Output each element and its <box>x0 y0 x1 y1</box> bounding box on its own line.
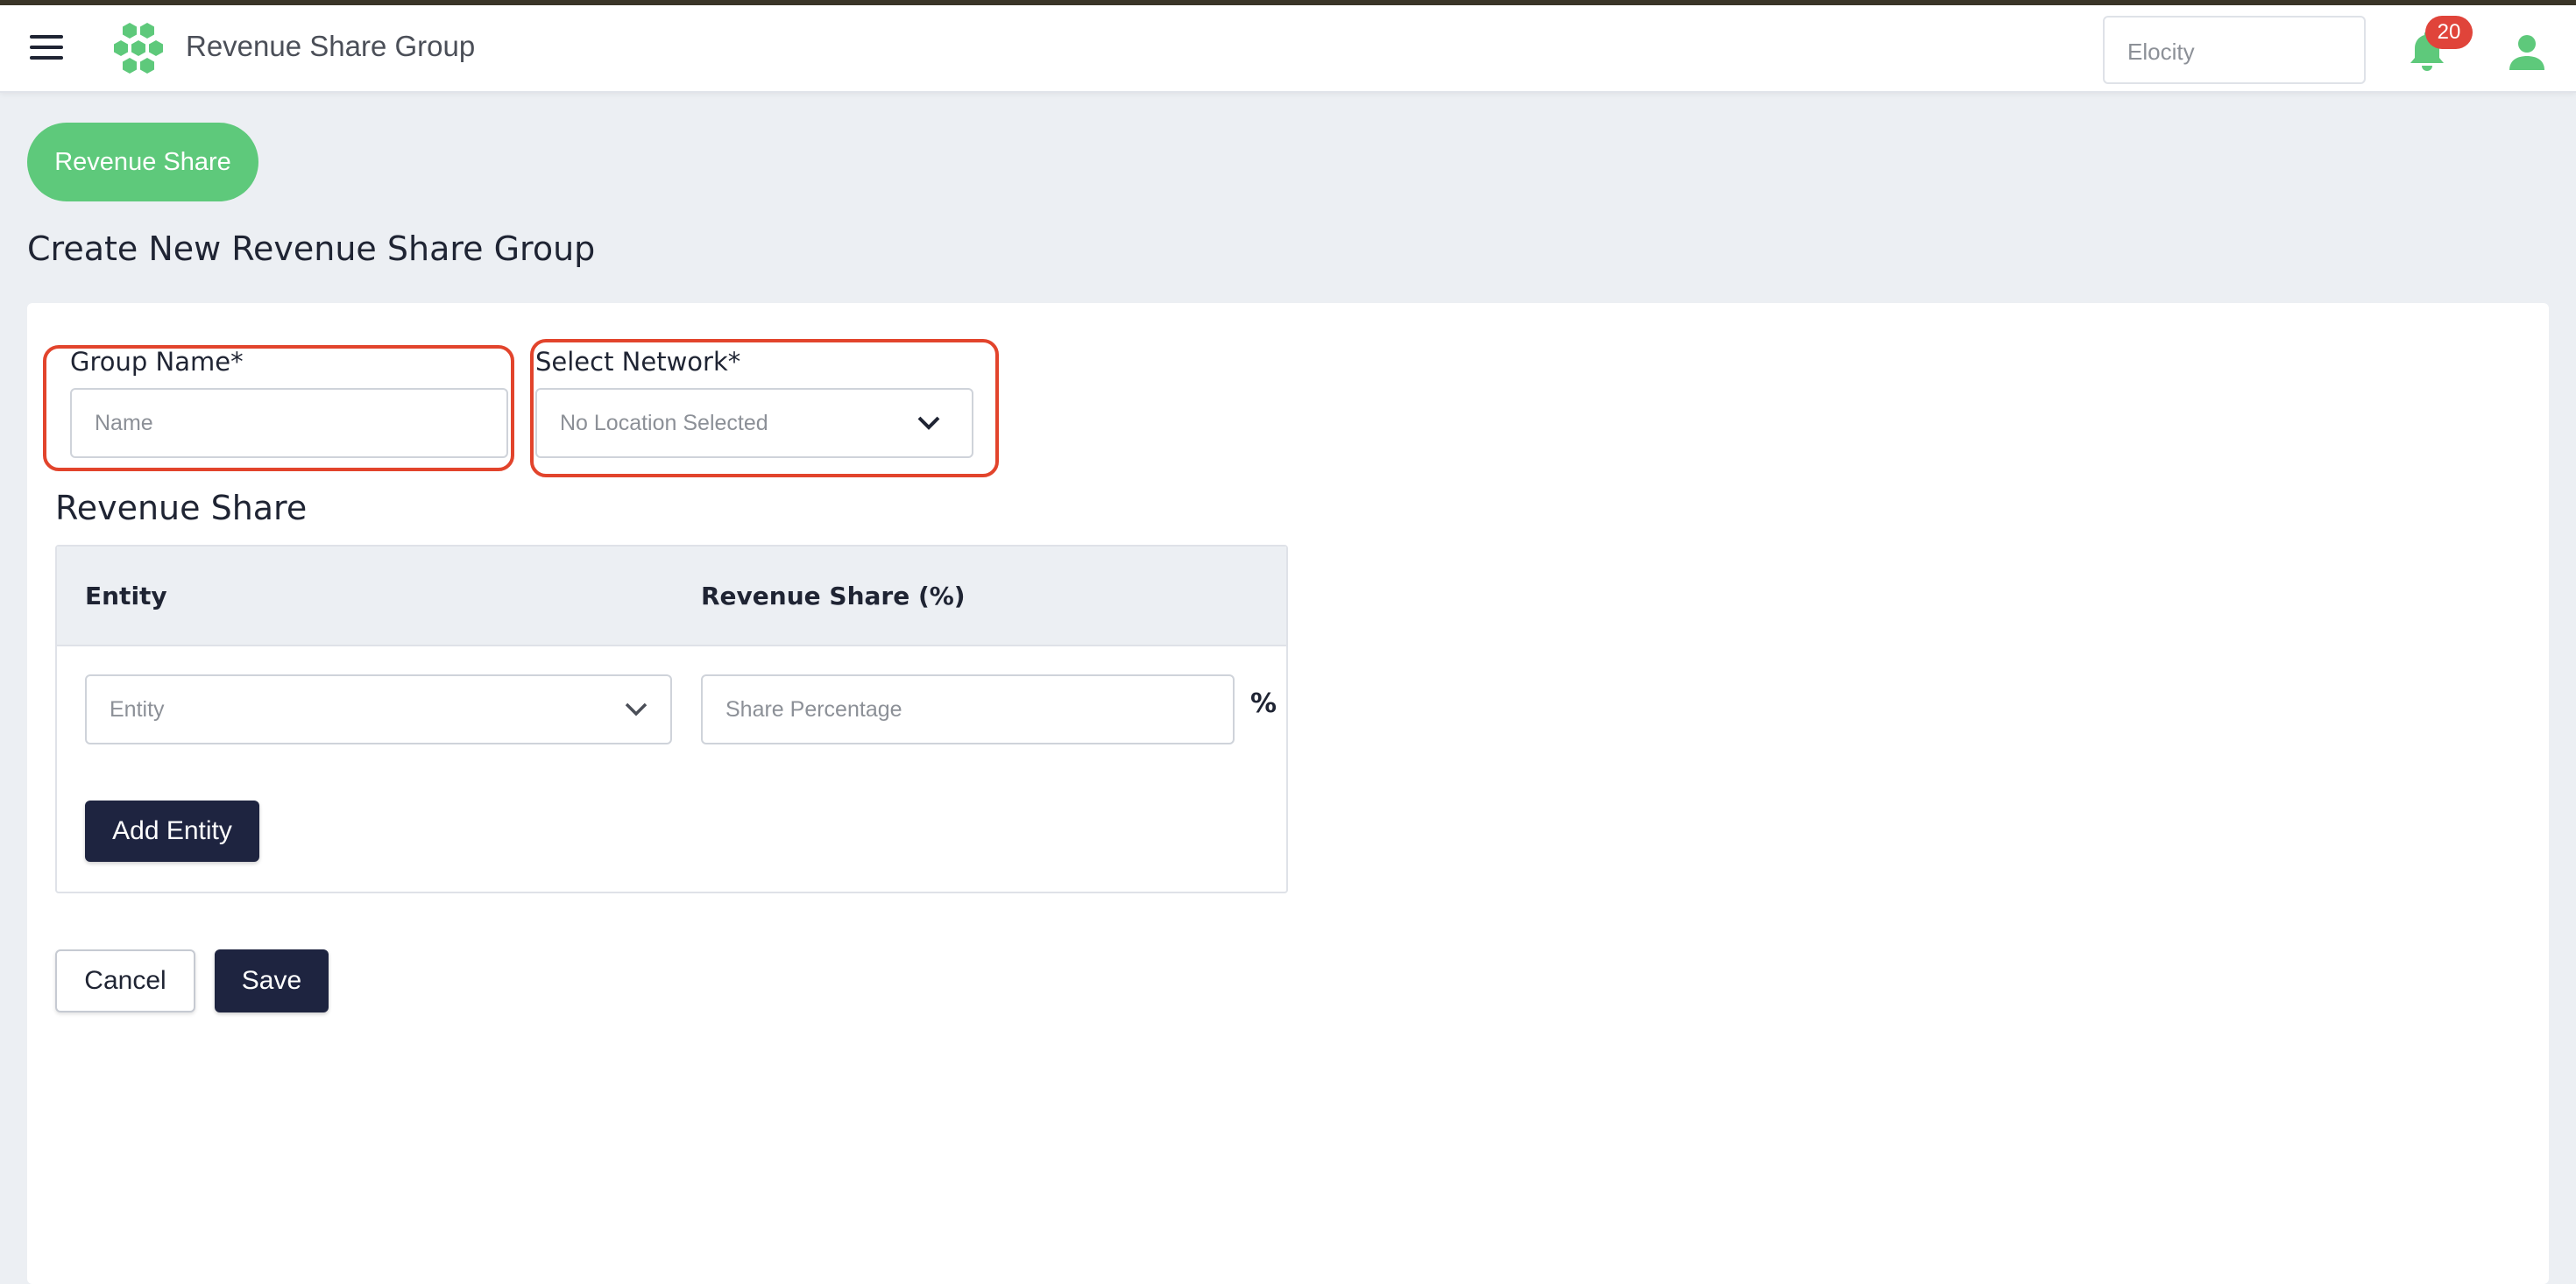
share-percentage-input[interactable]: Share Percentage <box>701 674 1235 744</box>
column-header-entity: Entity <box>85 582 167 610</box>
revenue-share-section-title: Revenue Share <box>55 489 308 527</box>
group-name-input[interactable]: Name <box>70 388 508 458</box>
user-icon[interactable] <box>2508 33 2546 72</box>
percent-unit: % <box>1250 688 1277 719</box>
organization-selector[interactable]: Elocity <box>2103 16 2366 84</box>
entity-select-value: Entity <box>110 697 165 722</box>
revenue-share-pill-button[interactable]: Revenue Share <box>27 123 258 201</box>
chevron-down-icon <box>917 416 940 430</box>
notification-badge: 20 <box>2425 16 2473 49</box>
entity-select[interactable]: Entity <box>85 674 672 744</box>
app-title: Revenue Share Group <box>186 30 476 62</box>
chevron-down-icon <box>625 702 648 716</box>
column-header-revenue-share: Revenue Share (%) <box>701 582 966 610</box>
cancel-button[interactable]: Cancel <box>55 949 195 1012</box>
network-select-value: No Location Selected <box>560 411 768 435</box>
revenue-share-table: Entity Revenue Share (%) Entity Share Pe… <box>55 545 1288 893</box>
hamburger-menu-icon[interactable] <box>30 35 65 61</box>
app-header: Revenue Share Group Elocity 20 <box>0 5 2576 93</box>
save-button[interactable]: Save <box>215 949 329 1012</box>
page-title: Create New Revenue Share Group <box>27 229 596 268</box>
group-name-label: Group Name* <box>70 347 244 377</box>
network-select[interactable]: No Location Selected <box>535 388 973 458</box>
add-entity-button[interactable]: Add Entity <box>85 801 259 862</box>
table-header: Entity Revenue Share (%) <box>57 547 1286 646</box>
select-network-label: Select Network* <box>535 347 741 377</box>
hexagon-logo-icon <box>114 23 163 74</box>
